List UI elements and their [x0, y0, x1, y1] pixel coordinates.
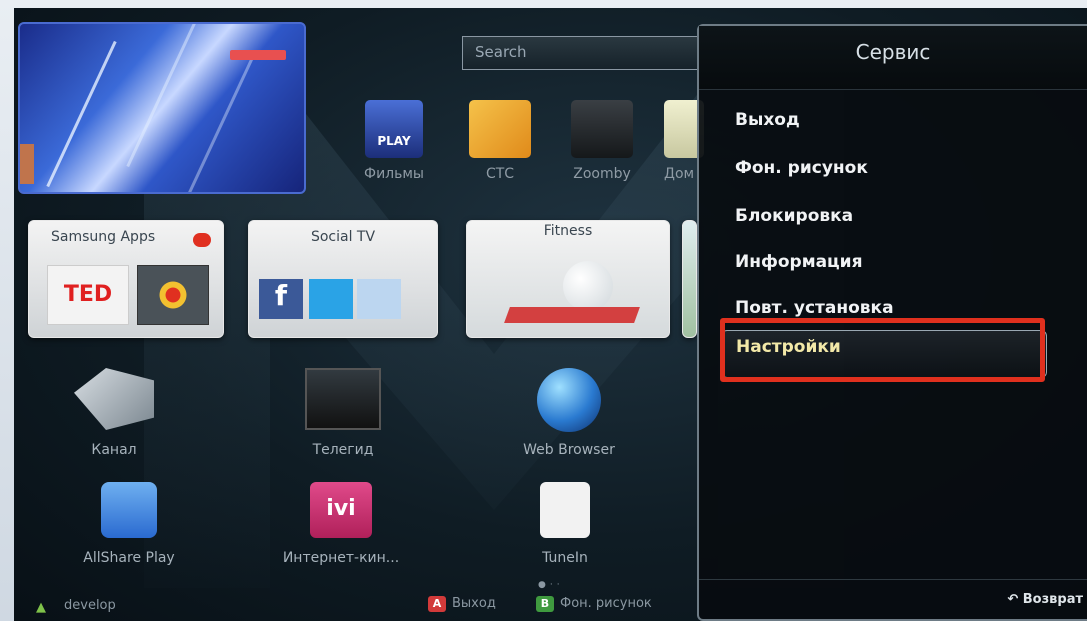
tunein-icon: [540, 482, 590, 538]
menu-item-exit[interactable]: Выход: [735, 110, 800, 130]
highlight-box: [720, 318, 1045, 382]
app-zoomby[interactable]: Zoomby: [562, 100, 642, 182]
app-kanal[interactable]: Канал: [54, 368, 174, 458]
fitness-ball: [563, 261, 613, 311]
fitness-mat: [504, 307, 640, 323]
menu-item-info[interactable]: Информация: [735, 252, 862, 272]
tv-guide-icon: [305, 368, 381, 430]
page-indicator: ●··: [538, 580, 564, 590]
menu-item-wallpaper[interactable]: Фон. рисунок: [735, 158, 868, 178]
user-icon: ▲: [36, 600, 46, 615]
play-icon: PLAY: [365, 100, 423, 158]
channel-logo: [230, 50, 286, 60]
social-tv-tile[interactable]: Social TV f: [248, 220, 438, 338]
menu-title: Сервис: [699, 26, 1087, 90]
app-web-browser[interactable]: Web Browser: [494, 368, 644, 458]
zoomby-icon: [571, 100, 633, 158]
app-tunein[interactable]: TuneIn: [490, 482, 640, 566]
samsung-apps-tile[interactable]: Samsung Apps TED: [28, 220, 224, 338]
app-telegid[interactable]: Телегид: [278, 368, 408, 458]
app-ivi[interactable]: ivi Интернет-кин...: [266, 482, 416, 566]
menu-item-reinstall[interactable]: Повт. установка: [735, 298, 894, 318]
green-b-key-icon: B: [536, 596, 554, 612]
app-filmy[interactable]: PLAY Фильмы: [354, 100, 434, 182]
search-input[interactable]: Search: [462, 36, 712, 70]
live-tv-preview[interactable]: [18, 22, 306, 194]
globe-icon: [537, 368, 601, 432]
preview-side-tab: [20, 144, 34, 184]
fitness-tile[interactable]: Fitness: [466, 220, 670, 338]
key-hint-exit: A Выход: [428, 596, 496, 612]
app-allshare-play[interactable]: AllShare Play: [54, 482, 204, 566]
bottom-bar: ▲ develop A Выход B Фон. рисунок: [28, 596, 708, 621]
app-sts[interactable]: СТС: [460, 100, 540, 182]
return-icon: ↶: [1007, 592, 1023, 607]
rescue-icon: [137, 265, 209, 325]
partial-tile[interactable]: [682, 220, 697, 338]
user-name: develop: [64, 598, 116, 613]
ted-logo: TED: [47, 265, 129, 325]
twitter-icon: [309, 279, 353, 319]
satellite-dish-icon: [74, 368, 154, 430]
menu-item-lock[interactable]: Блокировка: [735, 206, 853, 226]
ivi-icon: ivi: [310, 482, 372, 538]
talk-icon: [357, 279, 401, 319]
sts-icon: [469, 100, 531, 158]
menu-footer: ↶ Возврат: [699, 579, 1087, 619]
key-hint-wallpaper: B Фон. рисунок: [536, 596, 652, 612]
tv-screen: Search PLAY Фильмы СТС Zoomby Дом Samsun…: [14, 8, 1087, 621]
facebook-icon: f: [259, 279, 303, 319]
new-badge: [193, 233, 211, 247]
allshare-play-icon: [101, 482, 157, 538]
red-a-key-icon: A: [428, 596, 446, 612]
back-button[interactable]: Возврат: [1023, 592, 1083, 607]
